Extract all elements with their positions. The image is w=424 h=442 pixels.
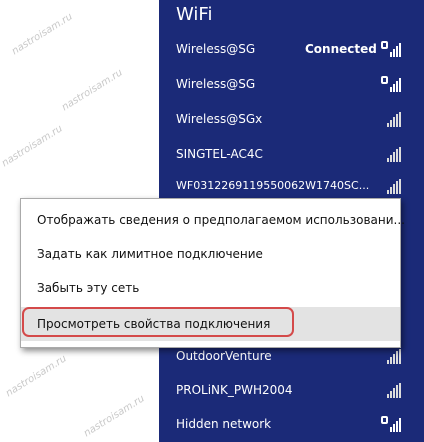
network-name: Wireless@SG — [176, 42, 256, 56]
network-item[interactable]: Wireless@SG Connected — [159, 33, 424, 67]
wifi-secured-full-icon — [381, 76, 401, 92]
network-item[interactable]: Wireless@SGx — [159, 103, 424, 137]
wifi-secured-full-icon — [381, 41, 401, 57]
menu-item-forget-network[interactable]: Забыть эту сеть — [21, 271, 400, 305]
network-name: SINGTEL-AC4C — [176, 147, 263, 161]
watermark-text: nastroisam.ru — [4, 353, 69, 400]
network-item[interactable]: Hidden network — [159, 408, 424, 442]
network-name: Wireless@SGx — [176, 112, 263, 126]
network-name: Wireless@SG — [176, 77, 256, 91]
network-status: Connected — [305, 42, 377, 56]
network-name: Hidden network — [176, 417, 272, 431]
network-item[interactable]: PROLiNK_PWH2004 — [159, 374, 424, 408]
menu-item-label: Отображать сведения о предполагаемом исп… — [37, 213, 405, 227]
wifi-signal-icon — [381, 348, 401, 364]
watermark-text: nastroisam.ru — [10, 11, 75, 58]
menu-item-set-metered[interactable]: Задать как лимитное подключение — [21, 237, 400, 271]
panel-title: WiFi — [176, 4, 213, 25]
network-item[interactable]: Wireless@SG — [159, 68, 424, 102]
watermark-text: nastroisam.ru — [60, 67, 125, 114]
menu-item-show-usage-info[interactable]: Отображать сведения о предполагаемом исп… — [21, 203, 405, 237]
wifi-signal-icon — [381, 146, 401, 162]
wifi-signal-icon — [381, 178, 401, 194]
watermark-text: nastroisam.ru — [82, 393, 147, 440]
network-item[interactable]: SINGTEL-AC4C — [159, 138, 424, 172]
highlight-outline — [22, 307, 294, 337]
menu-item-label: Забыть эту сеть — [37, 281, 140, 295]
wifi-secured-full-icon — [381, 416, 401, 432]
wifi-signal-icon — [381, 382, 401, 398]
network-name: OutdoorVenture — [176, 349, 272, 363]
network-name: WF0312269119550062W1740SC... — [176, 179, 370, 192]
wifi-signal-icon — [381, 111, 401, 127]
menu-item-label: Задать как лимитное подключение — [37, 247, 263, 261]
network-name: PROLiNK_PWH2004 — [176, 383, 293, 397]
watermark-text: nastroisam.ru — [0, 123, 65, 170]
